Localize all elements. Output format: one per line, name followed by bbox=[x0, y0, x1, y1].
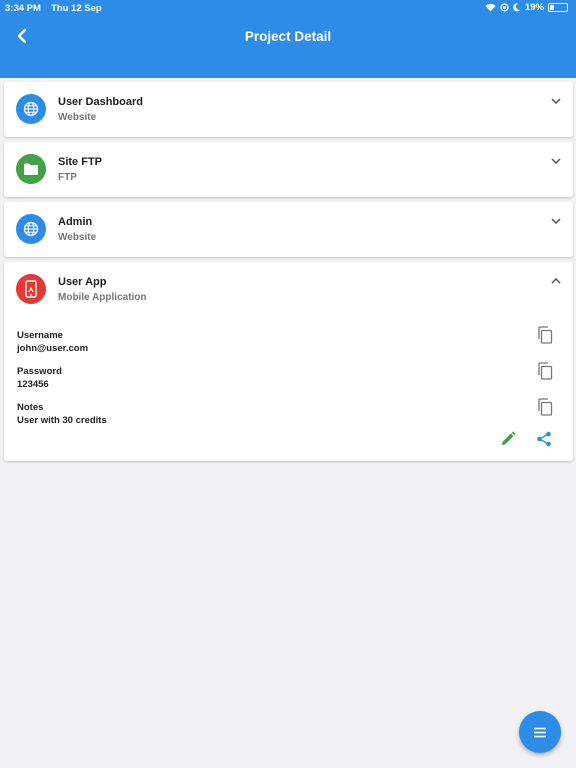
username-label: Username bbox=[17, 330, 63, 341]
project-type: Website bbox=[58, 232, 97, 243]
edit-button[interactable] bbox=[498, 429, 518, 449]
project-card-header[interactable]: User Dashboard Website bbox=[4, 82, 573, 138]
project-card-header[interactable]: Admin Website bbox=[4, 202, 573, 258]
project-card-header[interactable]: User App Mobile Application bbox=[4, 262, 573, 318]
username-value: john@user.com bbox=[17, 343, 89, 354]
notes-value: User with 30 credits bbox=[17, 415, 107, 426]
menu-icon bbox=[534, 727, 546, 737]
wifi-icon bbox=[485, 3, 496, 12]
globe-icon bbox=[16, 94, 46, 124]
notes-field: Notes User with 30 credits bbox=[17, 402, 107, 426]
chevron-down-icon[interactable] bbox=[549, 214, 563, 228]
project-card-header[interactable]: Site FTP FTP bbox=[4, 142, 573, 198]
copy-username-button[interactable] bbox=[535, 325, 555, 345]
copy-password-button[interactable] bbox=[535, 361, 555, 381]
pencil-icon bbox=[502, 431, 516, 445]
copy-icon bbox=[538, 398, 553, 416]
battery-icon bbox=[548, 3, 568, 12]
status-bar: 3:34 PM Thu 12 Sep 19% bbox=[0, 0, 576, 16]
menu-fab-button[interactable] bbox=[519, 711, 561, 753]
chevron-down-icon[interactable] bbox=[549, 154, 563, 168]
notes-label: Notes bbox=[17, 402, 44, 413]
password-value: 123456 bbox=[17, 379, 49, 390]
copy-icon bbox=[538, 326, 553, 344]
password-field: Password 123456 bbox=[17, 366, 62, 390]
project-title: Admin bbox=[58, 216, 93, 228]
chevron-up-icon[interactable] bbox=[549, 274, 563, 288]
project-type: Website bbox=[58, 112, 97, 123]
copy-icon bbox=[538, 362, 553, 380]
globe-icon bbox=[16, 214, 46, 244]
status-date: Thu 12 Sep bbox=[51, 3, 102, 14]
copy-notes-button[interactable] bbox=[535, 397, 555, 417]
project-card: Site FTP FTP bbox=[4, 142, 573, 197]
project-title: User Dashboard bbox=[58, 96, 143, 108]
username-field: Username john@user.com bbox=[17, 330, 88, 354]
project-title: User App bbox=[58, 276, 107, 288]
chevron-down-icon[interactable] bbox=[549, 94, 563, 108]
project-card-expanded: User App Mobile Application Username joh… bbox=[4, 262, 573, 461]
page-title: Project Detail bbox=[244, 29, 332, 44]
project-type: FTP bbox=[58, 172, 77, 183]
status-time: 3:34 PM bbox=[5, 3, 41, 14]
folder-icon bbox=[16, 154, 46, 184]
project-type: Mobile Application bbox=[58, 292, 147, 303]
project-card: User Dashboard Website bbox=[4, 82, 573, 137]
share-button[interactable] bbox=[534, 429, 554, 449]
share-icon bbox=[537, 431, 551, 447]
status-icons: 19% bbox=[485, 2, 568, 13]
battery-percent: 19% bbox=[524, 2, 544, 13]
project-card: Admin Website bbox=[4, 202, 573, 257]
phone-icon bbox=[16, 274, 46, 304]
moon-icon bbox=[513, 3, 521, 12]
password-label: Password bbox=[17, 366, 62, 377]
project-title: Site FTP bbox=[58, 156, 103, 168]
lock-rotation-icon bbox=[500, 3, 509, 12]
